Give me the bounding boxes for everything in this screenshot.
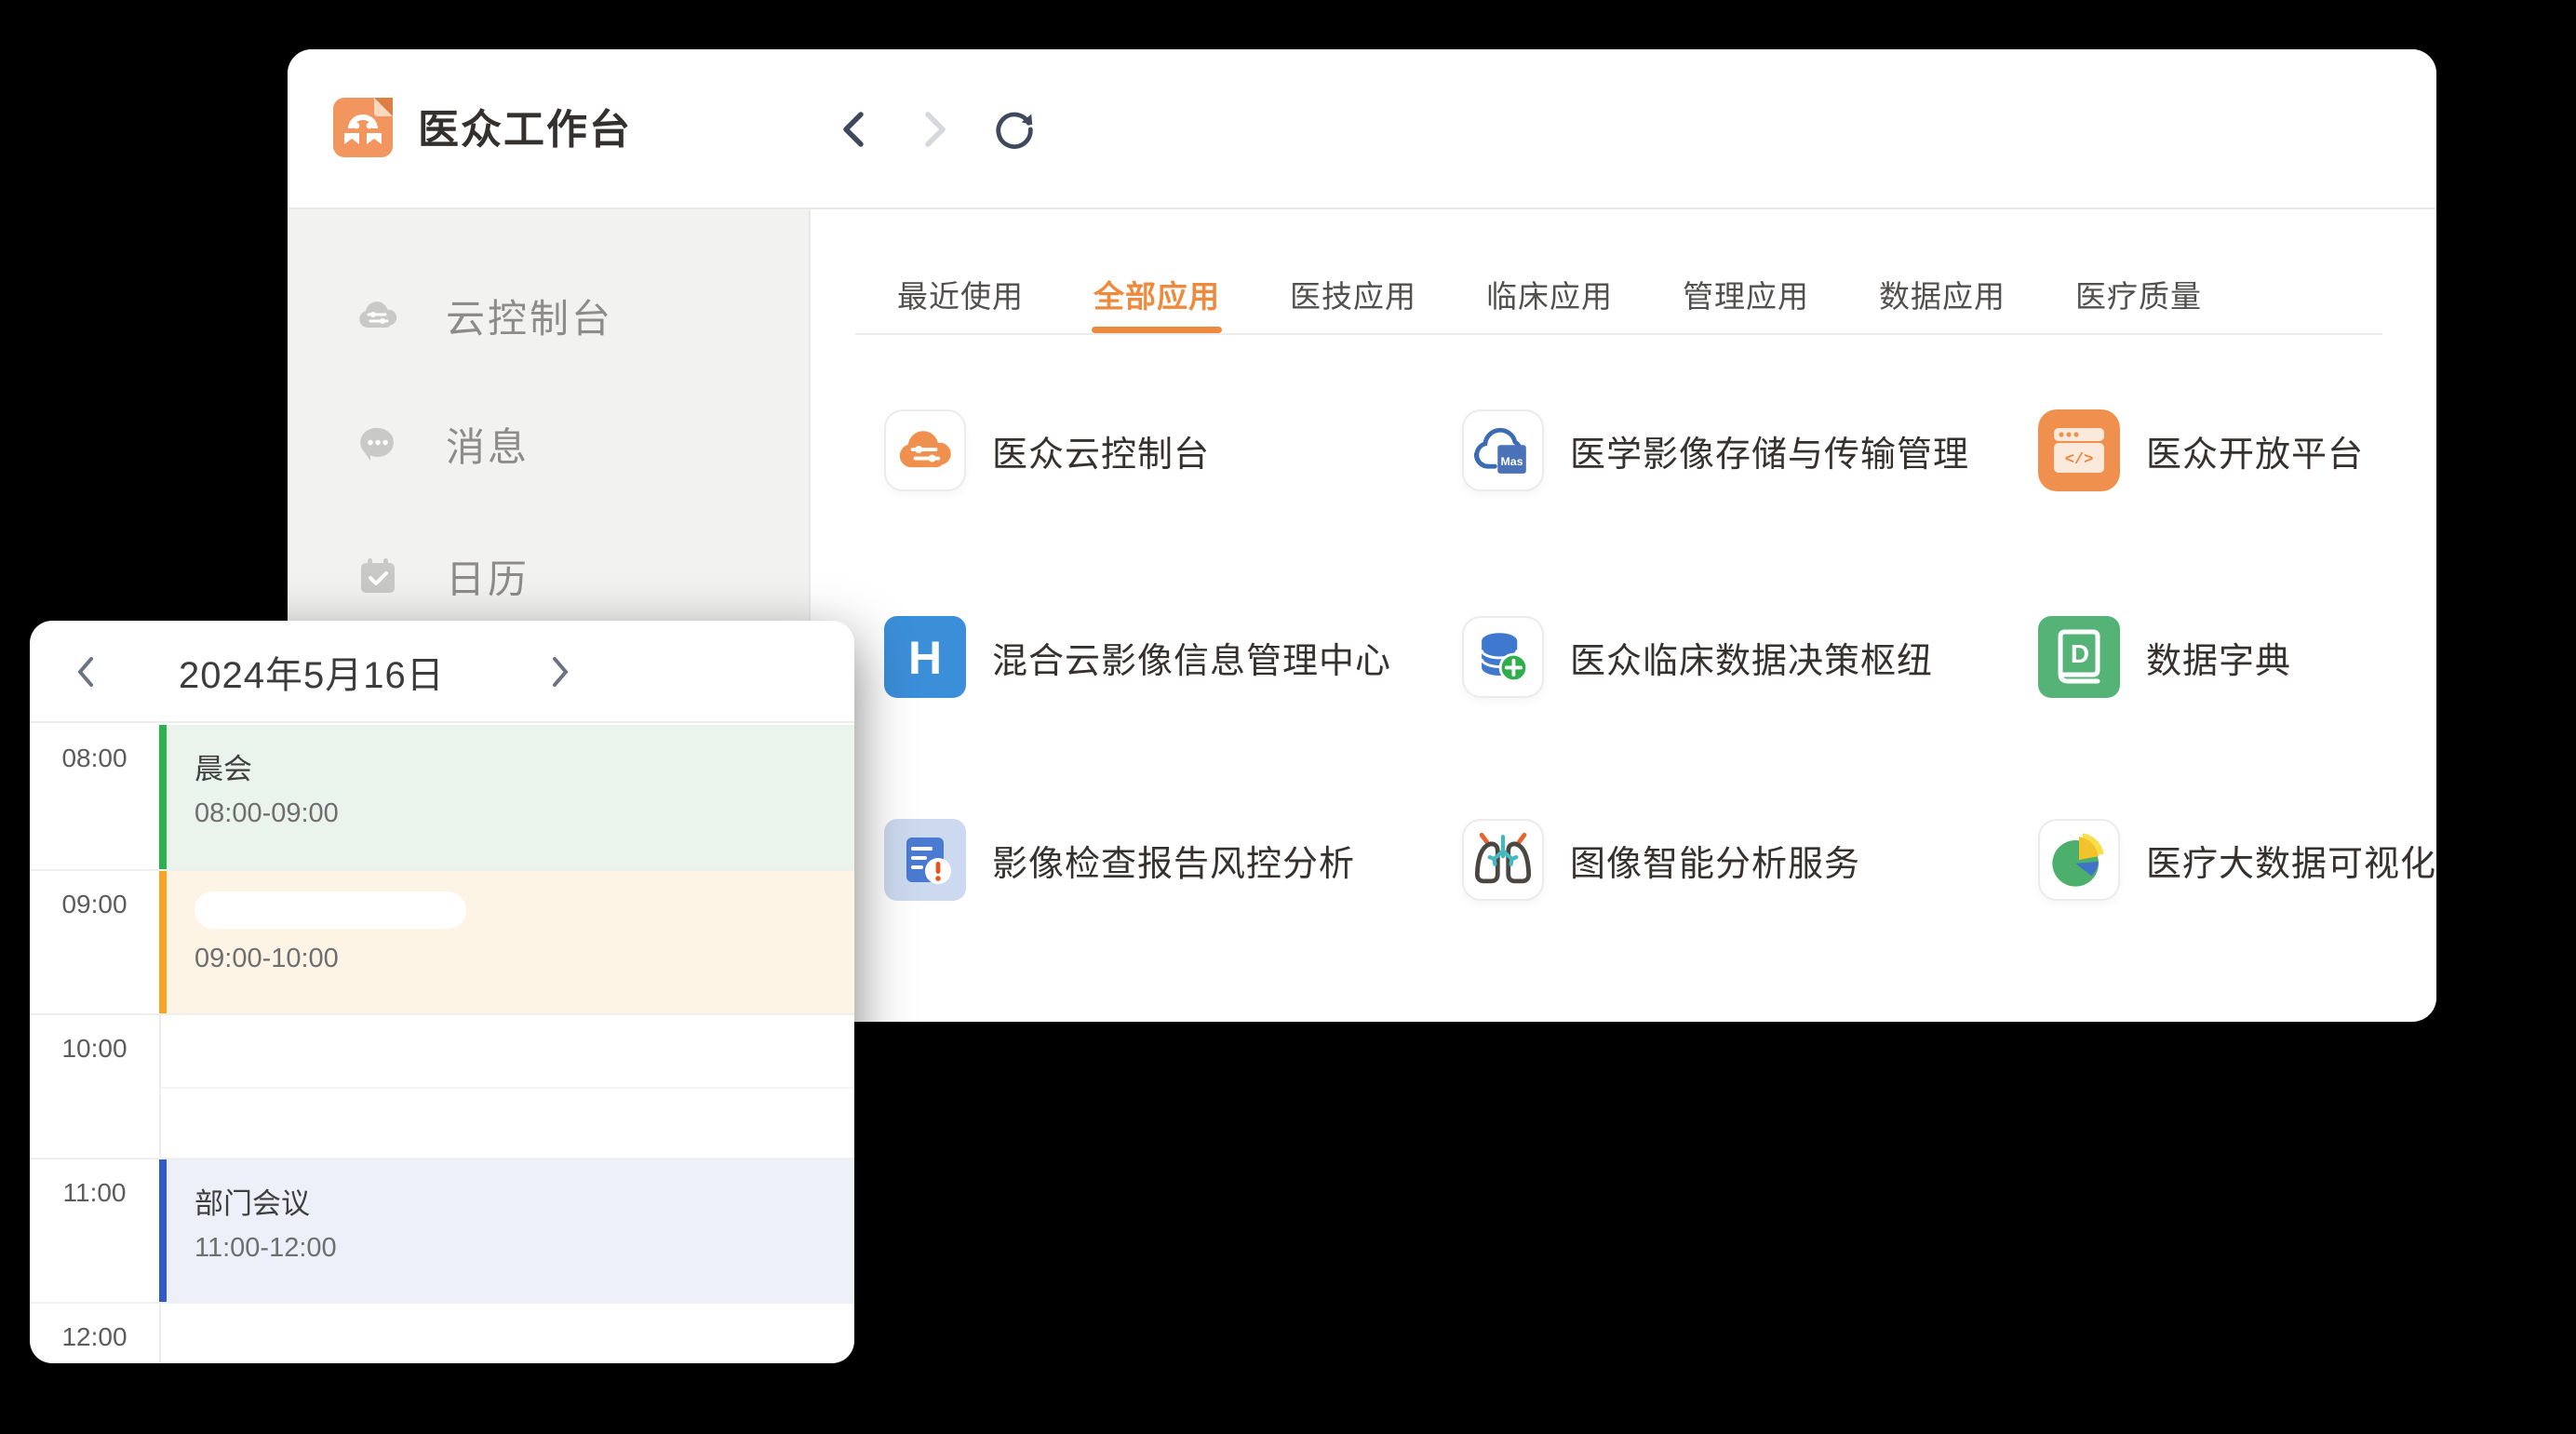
calendar-event-0900[interactable]: 09:00-10:00 bbox=[159, 871, 854, 1013]
chevron-right-icon bbox=[917, 107, 952, 152]
svg-text:</>: </> bbox=[2065, 451, 2094, 469]
app-label: 混合云影像信息管理中心 bbox=[992, 632, 1391, 683]
tab-medical-quality[interactable]: 医疗质量 bbox=[2075, 263, 2202, 330]
tab-management-apps[interactable]: 管理应用 bbox=[1683, 263, 1809, 330]
calendar-next-button[interactable] bbox=[532, 621, 588, 723]
calendar-row-1200[interactable]: 12:00 bbox=[30, 1302, 854, 1363]
tab-recent[interactable]: 最近使用 bbox=[897, 263, 1024, 330]
window-title: 医众工作台 bbox=[418, 96, 632, 155]
time-label: 12:00 bbox=[30, 1322, 159, 1352]
calendar-header: 2024年5月16日 bbox=[30, 621, 854, 723]
tab-medtech-apps[interactable]: 医技应用 bbox=[1290, 263, 1416, 330]
sidebar-item-cloud-console[interactable]: 云控制台 bbox=[288, 271, 809, 360]
app-open-platform[interactable]: </> 医众开放平台 bbox=[2038, 409, 2364, 491]
code-window-icon: </> bbox=[2038, 409, 2120, 491]
app-label: 数据字典 bbox=[2146, 632, 2291, 683]
app-label: 医众云控制台 bbox=[992, 425, 1210, 476]
forward-button[interactable] bbox=[912, 107, 957, 152]
event-time: 09:00-10:00 bbox=[195, 944, 854, 974]
app-cloud-console[interactable]: 医众云控制台 bbox=[884, 409, 1210, 491]
calendar-row-1000[interactable]: 10:00 bbox=[30, 1013, 854, 1158]
calendar-row-0800: 08:00 晨会 08:00-09:00 bbox=[30, 725, 854, 869]
time-label: 10:00 bbox=[30, 1034, 159, 1064]
event-title: 晨会 bbox=[195, 745, 854, 787]
chevron-left-icon bbox=[837, 107, 872, 152]
chevron-right-icon bbox=[548, 653, 572, 690]
calendar-row-0900: 09:00 09:00-10:00 bbox=[30, 869, 854, 1013]
event-time: 08:00-09:00 bbox=[195, 798, 854, 829]
event-title: 部门会议 bbox=[195, 1180, 854, 1222]
orange-cloud-settings-icon bbox=[886, 411, 964, 489]
calendar-date-label: 2024年5月16日 bbox=[179, 621, 445, 723]
app-label: 医众开放平台 bbox=[2146, 425, 2364, 476]
tab-bar: 最近使用 全部应用 医技应用 临床应用 管理应用 数据应用 医疗质量 bbox=[897, 263, 2202, 330]
pie-chart-icon bbox=[2040, 821, 2118, 899]
message-icon bbox=[356, 422, 399, 465]
tab-all-apps[interactable]: 全部应用 bbox=[1093, 263, 1220, 330]
app-big-data-visualization[interactable]: 医疗大数据可视化 bbox=[2038, 819, 2436, 901]
app-image-ai-analysis[interactable]: 图像智能分析服务 bbox=[1462, 819, 1860, 901]
svg-text:H: H bbox=[908, 632, 942, 684]
app-logo-icon bbox=[333, 98, 393, 157]
refresh-icon bbox=[992, 106, 1037, 153]
letter-h-icon: H bbox=[884, 616, 966, 698]
calendar-icon bbox=[356, 555, 399, 597]
app-data-dictionary[interactable]: D 数据字典 bbox=[2038, 616, 2291, 698]
chevron-left-icon bbox=[74, 653, 98, 690]
time-label: 11:00 bbox=[30, 1178, 159, 1208]
half-hour-line bbox=[161, 1087, 854, 1089]
calendar-prev-button[interactable] bbox=[58, 621, 114, 723]
app-label: 影像检查报告风控分析 bbox=[992, 835, 1355, 886]
sidebar-item-label: 云控制台 bbox=[446, 288, 613, 344]
time-label: 08:00 bbox=[30, 744, 159, 773]
event-time: 11:00-12:00 bbox=[195, 1233, 854, 1264]
lungs-icon bbox=[1464, 821, 1542, 899]
sidebar-item-label: 消息 bbox=[446, 416, 530, 473]
sidebar-item-calendar[interactable]: 日历 bbox=[288, 531, 809, 621]
tab-clinical-apps[interactable]: 临床应用 bbox=[1486, 263, 1613, 330]
svg-text:D: D bbox=[2071, 639, 2089, 668]
app-report-risk-analysis[interactable]: 影像检查报告风控分析 bbox=[884, 819, 1355, 901]
blue-cloud-mas-icon: Mas bbox=[1464, 411, 1542, 489]
calendar-event-morning-meeting[interactable]: 晨会 08:00-09:00 bbox=[159, 725, 854, 869]
window-header: 医众工作台 bbox=[288, 49, 2436, 209]
app-label: 医疗大数据可视化 bbox=[2146, 835, 2436, 886]
app-hybrid-cloud-center[interactable]: H 混合云影像信息管理中心 bbox=[884, 616, 1391, 698]
tab-divider bbox=[855, 333, 2382, 335]
dictionary-book-icon: D bbox=[2038, 616, 2120, 698]
calendar-grid: 08:00 晨会 08:00-09:00 09:00 09:00-10:00 1… bbox=[30, 725, 854, 1363]
cloud-console-icon bbox=[356, 294, 399, 337]
app-label: 医学影像存储与传输管理 bbox=[1570, 425, 1969, 476]
svg-text:Mas: Mas bbox=[1500, 455, 1523, 468]
event-title-redacted bbox=[195, 891, 466, 929]
app-imaging-storage[interactable]: Mas 医学影像存储与传输管理 bbox=[1462, 409, 1969, 491]
time-label: 09:00 bbox=[30, 890, 159, 919]
sidebar-item-messages[interactable]: 消息 bbox=[288, 399, 809, 489]
tab-data-apps[interactable]: 数据应用 bbox=[1879, 263, 2006, 330]
calendar-row-1100: 11:00 部门会议 11:00-12:00 bbox=[30, 1158, 854, 1302]
report-alert-icon bbox=[884, 819, 966, 901]
calendar-panel: 2024年5月16日 08:00 晨会 08:00-09:00 09:00 bbox=[30, 621, 854, 1363]
app-label: 医众临床数据决策枢纽 bbox=[1570, 632, 1933, 683]
nav-controls bbox=[832, 49, 1037, 209]
back-button[interactable] bbox=[832, 107, 877, 152]
database-plus-icon bbox=[1464, 618, 1542, 696]
app-clinical-data-hub[interactable]: 医众临床数据决策枢纽 bbox=[1462, 616, 1933, 698]
refresh-button[interactable] bbox=[992, 107, 1037, 152]
calendar-event-department-meeting[interactable]: 部门会议 11:00-12:00 bbox=[159, 1159, 854, 1302]
app-label: 图像智能分析服务 bbox=[1570, 835, 1860, 886]
content-area: 最近使用 全部应用 医技应用 临床应用 管理应用 数据应用 医疗质量 bbox=[811, 209, 2436, 1020]
page: 医众工作台 bbox=[0, 0, 2576, 1434]
sidebar-item-label: 日历 bbox=[446, 548, 530, 605]
